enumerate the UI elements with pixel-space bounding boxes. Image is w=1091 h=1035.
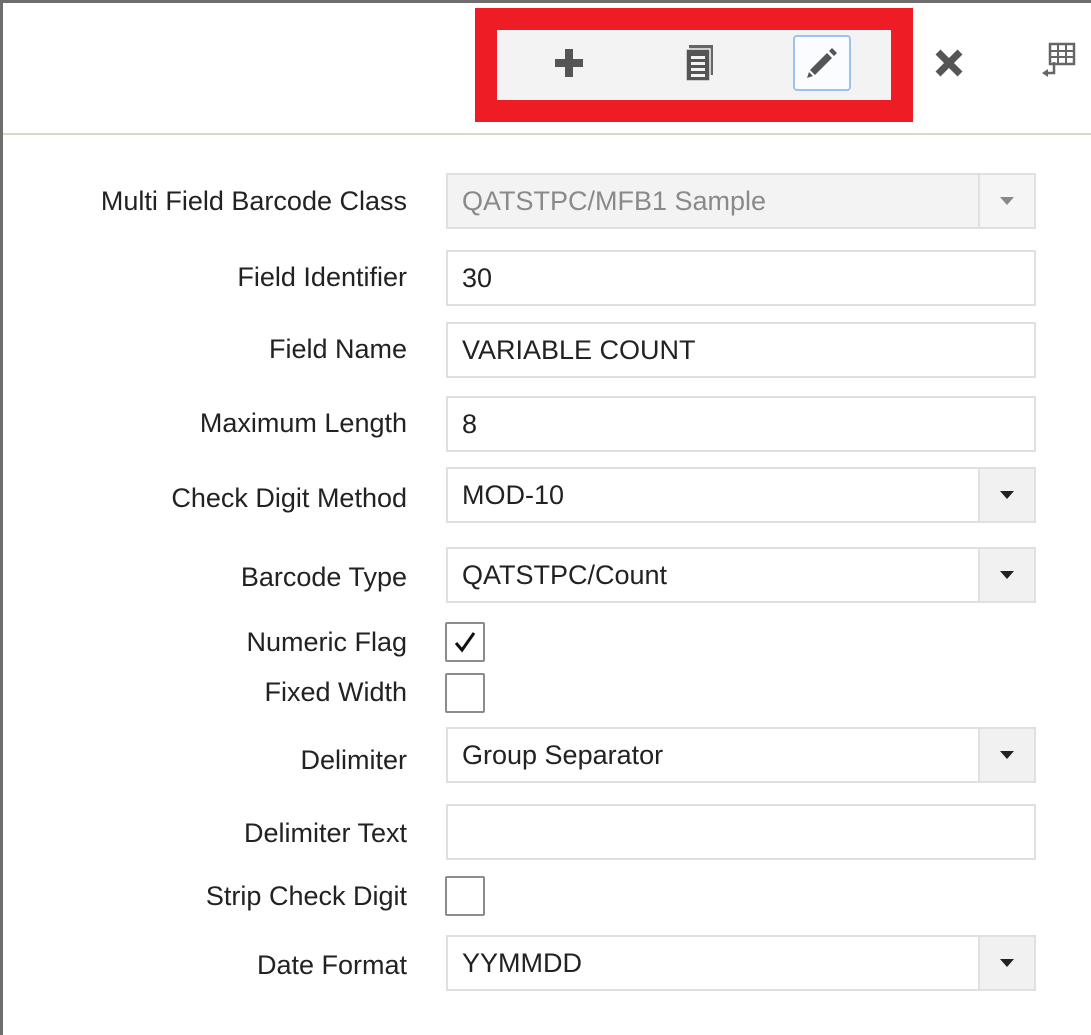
caret-down-icon bbox=[1000, 571, 1014, 579]
delimiter-select[interactable]: Group Separator bbox=[446, 727, 1036, 783]
field-identifier-label: Field Identifier bbox=[237, 262, 407, 292]
maximum-length-label: Maximum Length bbox=[199, 408, 407, 438]
check-digit-method-value: MOD-10 bbox=[462, 480, 565, 510]
caret-down-icon bbox=[1000, 751, 1014, 759]
numeric-flag-checkbox[interactable] bbox=[445, 622, 485, 662]
field-identifier-input[interactable]: 30 bbox=[446, 250, 1036, 306]
delimiter-value: Group Separator bbox=[462, 740, 664, 770]
barcode-type-value: QATSTPC/Count bbox=[462, 560, 668, 590]
close-icon bbox=[935, 49, 963, 77]
date-format-dropdown-button[interactable] bbox=[978, 937, 1034, 989]
copy-button[interactable] bbox=[671, 35, 729, 91]
check-digit-method-dropdown-button[interactable] bbox=[978, 469, 1034, 521]
caret-down-icon bbox=[1000, 197, 1014, 205]
checkmark-icon bbox=[454, 632, 476, 653]
barcode-type-select[interactable]: QATSTPC/Count bbox=[446, 547, 1036, 603]
numeric-flag-label: Numeric Flag bbox=[246, 627, 407, 657]
plus-icon bbox=[555, 49, 583, 77]
toolbar-divider bbox=[3, 133, 1091, 135]
caret-down-icon bbox=[1000, 491, 1014, 499]
date-format-value: YYMMDD bbox=[462, 948, 582, 978]
edit-button[interactable] bbox=[793, 35, 851, 91]
field-name-value: VARIABLE COUNT bbox=[462, 335, 696, 365]
add-button[interactable] bbox=[540, 35, 598, 91]
strip-check-digit-label: Strip Check Digit bbox=[205, 881, 407, 911]
barcode-type-label: Barcode Type bbox=[240, 562, 407, 592]
document-lines-icon bbox=[685, 45, 713, 81]
delimiter-text-input[interactable] bbox=[446, 804, 1036, 860]
multi-field-barcode-class-select: QATSTPC/MFB1 Sample bbox=[446, 173, 1036, 229]
field-name-label: Field Name bbox=[268, 334, 407, 364]
caret-down-icon bbox=[1000, 959, 1014, 967]
fixed-width-label: Fixed Width bbox=[264, 677, 407, 707]
table-export-button[interactable] bbox=[1040, 32, 1091, 88]
strip-check-digit-checkbox[interactable] bbox=[445, 876, 485, 916]
delimiter-label: Delimiter bbox=[300, 745, 407, 775]
delimiter-dropdown-button[interactable] bbox=[978, 729, 1034, 781]
multi-field-barcode-class-label: Multi Field Barcode Class bbox=[100, 186, 407, 216]
date-format-select[interactable]: YYMMDD bbox=[446, 935, 1036, 991]
multi-field-barcode-class-value: QATSTPC/MFB1 Sample bbox=[462, 186, 767, 216]
check-digit-method-select[interactable]: MOD-10 bbox=[446, 467, 1036, 523]
pencil-icon bbox=[807, 48, 837, 78]
maximum-length-value: 8 bbox=[462, 409, 478, 439]
field-name-input[interactable]: VARIABLE COUNT bbox=[446, 322, 1036, 378]
close-button[interactable] bbox=[920, 35, 978, 91]
table-export-icon bbox=[1042, 42, 1076, 77]
barcode-type-dropdown-button[interactable] bbox=[978, 549, 1034, 601]
multi-field-barcode-class-dropdown-button bbox=[978, 175, 1034, 227]
check-digit-method-label: Check Digit Method bbox=[171, 483, 407, 513]
maximum-length-input[interactable]: 8 bbox=[446, 396, 1036, 452]
field-identifier-value: 30 bbox=[462, 263, 493, 293]
fixed-width-checkbox[interactable] bbox=[445, 673, 485, 713]
delimiter-text-label: Delimiter Text bbox=[243, 818, 407, 848]
date-format-label: Date Format bbox=[256, 950, 407, 980]
